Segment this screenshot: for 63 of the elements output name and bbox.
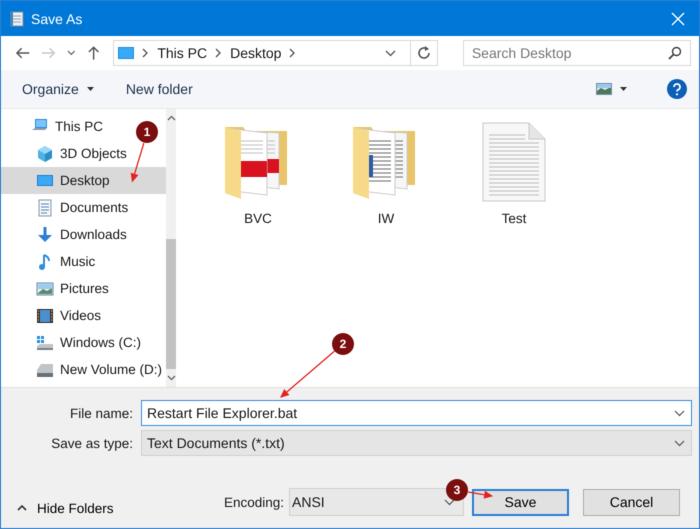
step-marker: 2 <box>332 333 354 355</box>
chevron-icon <box>215 48 222 58</box>
caret-icon <box>86 87 94 91</box>
file-name: IW <box>378 211 394 226</box>
organize-menu[interactable]: Organize <box>14 77 102 101</box>
file-item[interactable]: IW <box>348 121 424 226</box>
new-folder-button[interactable]: New folder <box>118 77 201 101</box>
sidebar-item[interactable]: Pictures <box>1 275 113 302</box>
caret-icon <box>620 87 627 91</box>
caret-icon <box>674 440 685 446</box>
sidebar-item[interactable]: Windows (C:) <box>1 329 146 356</box>
encoding-label: Encoding: <box>224 494 284 510</box>
save-button[interactable]: Save <box>472 488 569 516</box>
file-name: Test <box>502 211 526 226</box>
search-icon <box>668 46 682 60</box>
scroll-thumb[interactable] <box>166 239 176 369</box>
sidebar-item[interactable]: Music <box>1 248 100 275</box>
scroll-up-icon[interactable] <box>166 115 176 121</box>
hide-folders-button[interactable]: Hide Folders <box>11 500 120 516</box>
monitor-icon <box>118 47 134 59</box>
dropdown-caret-icon[interactable] <box>384 50 396 56</box>
picture-icon <box>36 280 54 298</box>
cancel-button[interactable]: Cancel <box>583 488 680 516</box>
refresh-icon <box>416 45 432 61</box>
sidebar-item[interactable]: Documents <box>1 194 132 221</box>
sidebar-item[interactable]: Desktop <box>1 167 166 194</box>
search-field[interactable]: Search Desktop <box>462 40 692 66</box>
caret-icon <box>674 410 685 416</box>
file-name-field[interactable]: Restart File Explorer.bat <box>141 400 692 426</box>
file-item[interactable]: Test <box>476 121 552 226</box>
caret-icon <box>444 498 455 506</box>
recent-caret-icon[interactable] <box>67 50 76 56</box>
up-icon[interactable] <box>87 45 100 61</box>
notepad-icon <box>10 10 24 26</box>
picture-view-icon <box>596 83 612 95</box>
chevron-icon <box>142 48 150 58</box>
drive-icon <box>36 334 54 352</box>
scroll-down-icon[interactable] <box>166 375 176 381</box>
help-icon[interactable] <box>667 79 687 99</box>
sidebar-item[interactable]: 3D Objects <box>1 140 131 167</box>
window-title: Save As <box>31 10 82 26</box>
download-icon <box>36 226 54 244</box>
film-icon <box>36 306 54 324</box>
breadcrumb[interactable]: This PC <box>157 45 208 61</box>
cube-icon <box>36 144 54 162</box>
scrollbar[interactable] <box>166 109 176 387</box>
back-icon[interactable] <box>15 46 30 60</box>
file-name: BVC <box>244 211 272 226</box>
caret-icon <box>17 505 27 511</box>
save-as-type-dropdown[interactable]: Text Documents (*.txt) <box>141 430 692 456</box>
file-item[interactable]: BVC <box>220 121 296 226</box>
sidebar-item[interactable]: New Volume (D:) <box>1 356 166 383</box>
sidebar-item[interactable]: Videos <box>1 302 106 329</box>
breadcrumb[interactable]: Desktop <box>230 45 282 61</box>
close-icon[interactable] <box>671 12 685 26</box>
chevron-icon[interactable] <box>289 48 296 58</box>
field-label: File name: <box>68 406 134 420</box>
field-label: Save as type: <box>50 436 134 450</box>
sidebar-item[interactable]: This PC <box>1 113 108 140</box>
document-icon <box>36 198 54 216</box>
address-bar[interactable]: This PC Desktop <box>113 40 438 66</box>
sidebar-item[interactable]: Downloads <box>1 221 131 248</box>
step-marker: 1 <box>136 121 158 143</box>
